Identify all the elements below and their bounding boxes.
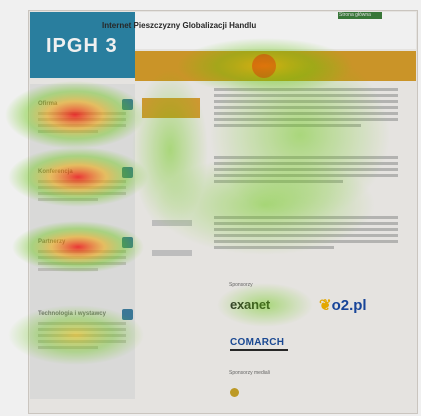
screenshot-dim	[0, 0, 421, 416]
page: IPGH 3 Strona główna Internet Pieszczyzn…	[0, 0, 421, 416]
